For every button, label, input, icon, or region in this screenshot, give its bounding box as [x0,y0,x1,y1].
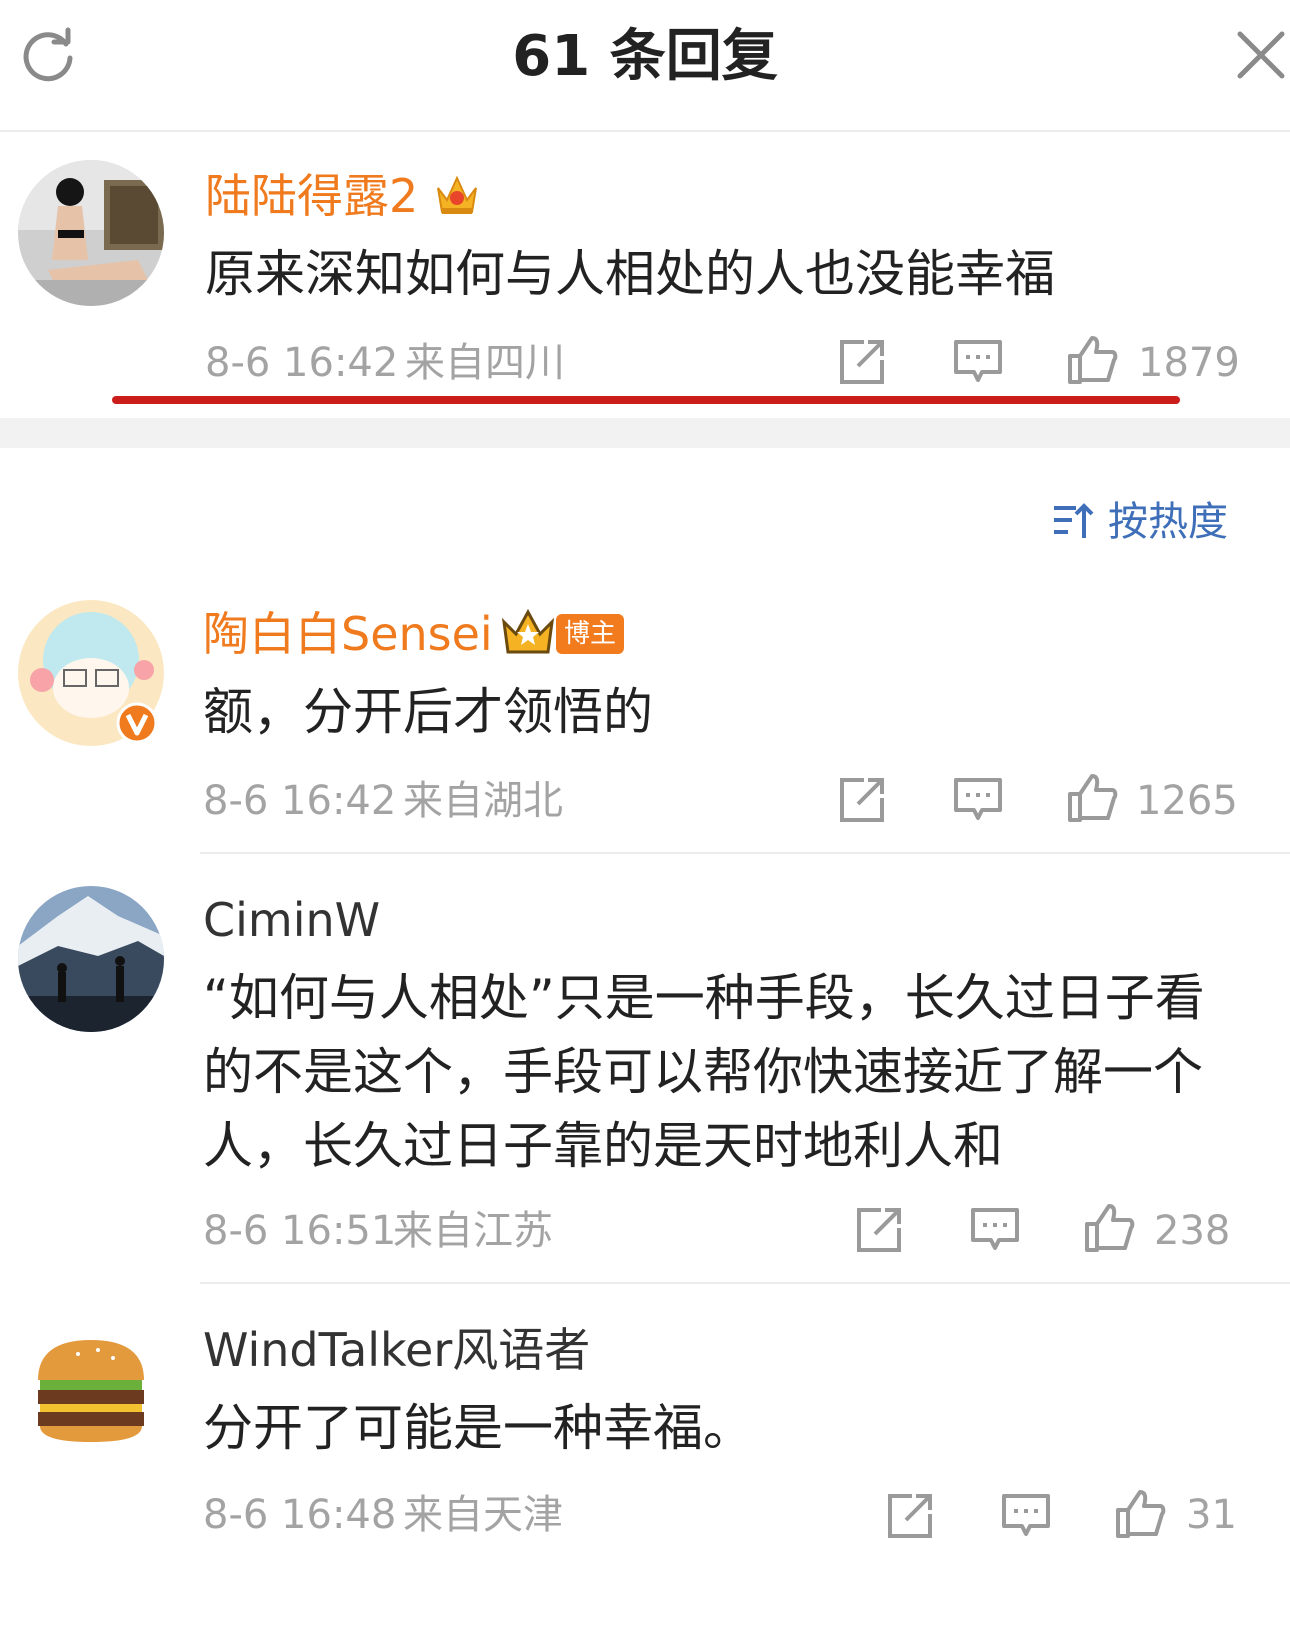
avatar[interactable] [18,1314,164,1460]
comment-location: 来自湖北 [403,778,563,824]
share-icon[interactable] [836,774,888,826]
comment-text-line: “如何与人相处”只是一种手段，长久过日子看 [203,969,1205,1027]
like-count: 31 [1186,1492,1237,1538]
comment-text: 额，分开后才领悟的 [203,683,653,741]
comment-time: 8-6 16:48 [203,1492,397,1538]
blogger-badge: 博主 [556,614,625,654]
comment-icon[interactable] [969,1204,1021,1256]
page-title: 61 条回复 [512,24,778,89]
divider [200,852,1290,854]
sort-icon[interactable] [1052,500,1096,544]
thumbs-up-icon[interactable] [1083,1202,1135,1254]
sort-by-hot[interactable]: 按热度 [1108,497,1228,547]
comment-text-line: 的不是这个，手段可以帮你快速接近了解一个 [203,1043,1203,1101]
thumbs-up-icon[interactable] [1066,334,1118,386]
thumbs-up-icon[interactable] [1066,772,1118,824]
like-count: 1265 [1136,778,1238,824]
username[interactable]: 陶白白Sensei [203,604,493,664]
crown-icon [500,608,556,656]
thumbs-up-icon[interactable] [1114,1488,1166,1540]
comment-text: 原来深知如何与人相处的人也没能幸福 [205,245,1055,303]
comment-icon[interactable] [952,336,1004,388]
comment-text: 分开了可能是一种幸福。 [203,1399,753,1457]
comment-icon[interactable] [1000,1490,1052,1542]
like-count: 238 [1154,1208,1231,1254]
section-separator [0,418,1290,448]
comment-text-line: 人，长久过日子靠的是天时地利人和 [203,1117,1003,1175]
highlight-underline [112,396,1180,404]
share-icon[interactable] [853,1204,905,1256]
username[interactable]: CiminW [203,890,380,950]
comment-location: 来自四川 [405,340,565,386]
comment-time: 8-6 16:42 [205,340,399,386]
avatar[interactable] [18,160,164,306]
share-icon[interactable] [884,1490,936,1542]
comment-time: 8-6 16:51 [203,1208,397,1254]
comment-time: 8-6 16:42 [203,778,397,824]
divider [200,1282,1290,1284]
avatar[interactable] [18,886,164,1032]
crown-icon [432,170,482,220]
username[interactable]: 陆陆得露2 [205,166,418,226]
comment-location: 来自天津 [403,1492,563,1538]
comment-location: 来自江苏 [393,1208,553,1254]
comment-icon[interactable] [952,774,1004,826]
share-icon[interactable] [836,336,888,388]
like-count: 1879 [1138,340,1240,386]
username[interactable]: WindTalker风语者 [203,1320,590,1380]
verified-badge-icon [116,702,158,744]
close-icon[interactable] [1232,26,1290,84]
